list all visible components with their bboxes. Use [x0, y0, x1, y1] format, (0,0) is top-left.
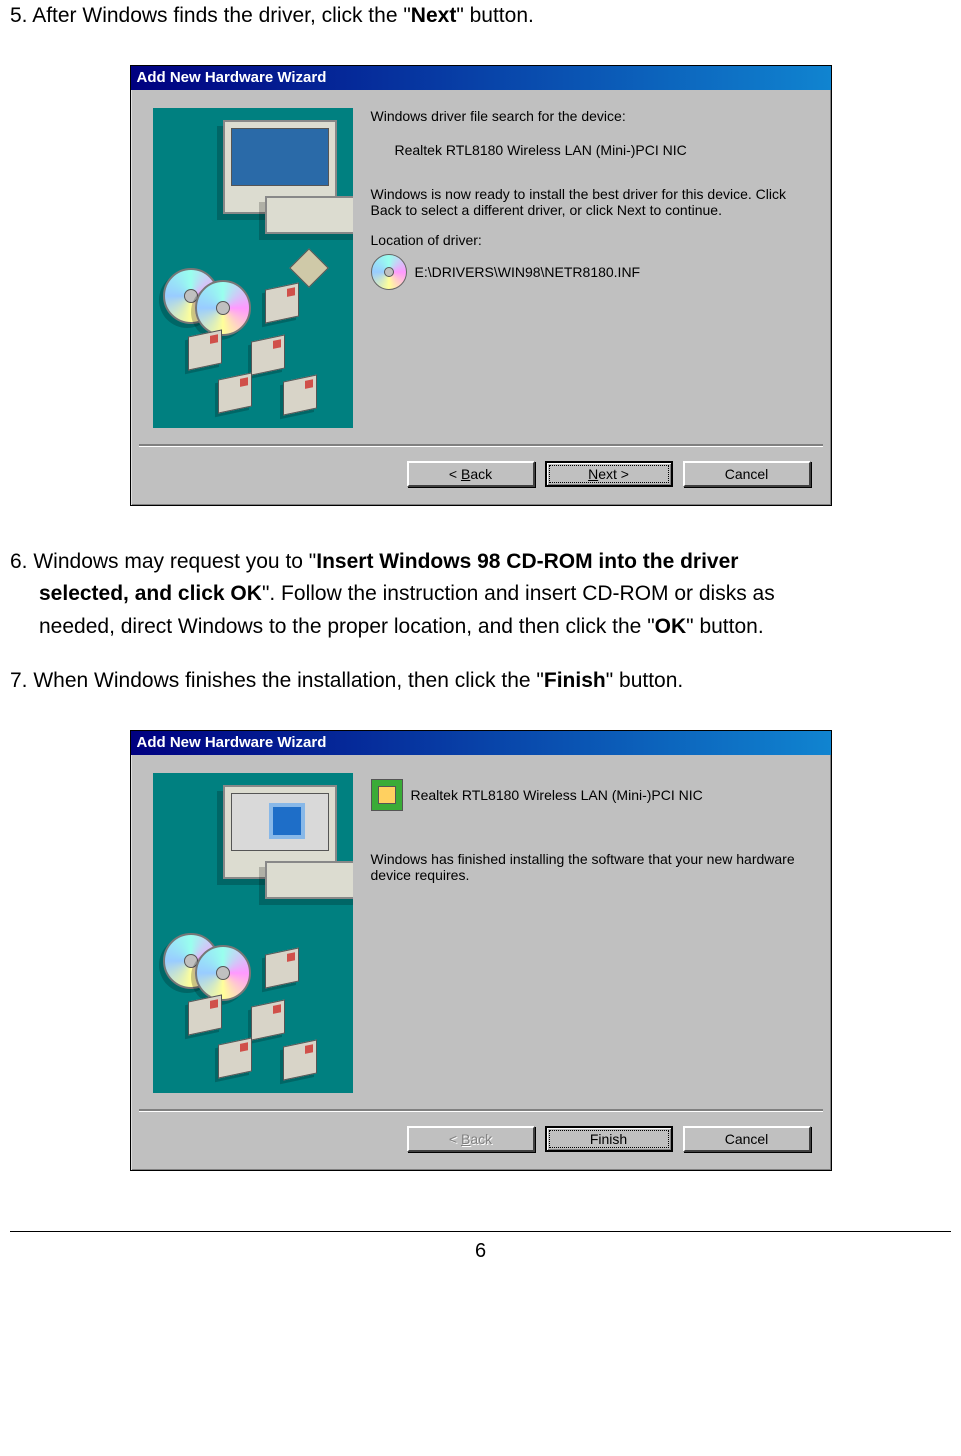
floppy-icon: [188, 994, 222, 1035]
wizard1-content: Windows driver file search for the devic…: [371, 108, 809, 438]
wizard2-illustration: [153, 773, 353, 1093]
wizard1-line1: Windows driver file search for the devic…: [371, 108, 809, 124]
floppy-icon: [265, 947, 299, 988]
gear-icon: [289, 248, 329, 288]
step6-a: 6. Windows may request you to ": [10, 550, 316, 573]
wizard1-loc-label: Location of driver:: [371, 232, 809, 248]
next-button[interactable]: Next >: [545, 461, 673, 487]
wizard2-window: Add New Hardware Wizard: [130, 730, 832, 1171]
step6-bold3: OK: [655, 615, 687, 638]
floppy-icon: [283, 374, 317, 415]
step7-post: " button.: [606, 669, 684, 692]
monitor-icon: [223, 785, 337, 879]
step5-post: " button.: [456, 4, 534, 27]
cd-icon: [195, 280, 251, 336]
page-number: 6: [475, 1240, 486, 1262]
wizard1-title: Add New Hardware Wizard: [137, 69, 327, 86]
page-footer: 6: [10, 1231, 951, 1263]
monitor-icon: [223, 120, 337, 214]
finish-button[interactable]: Finish: [545, 1126, 673, 1152]
wizard2-content: Realtek RTL8180 Wireless LAN (Mini-)PCI …: [371, 773, 809, 1103]
floppy-icon: [218, 1037, 252, 1078]
wizard2-device: Realtek RTL8180 Wireless LAN (Mini-)PCI …: [411, 787, 703, 803]
floppy-icon: [265, 282, 299, 323]
wizard1-device: Realtek RTL8180 Wireless LAN (Mini-)PCI …: [395, 142, 809, 158]
floppy-icon: [251, 334, 285, 375]
wizard2-finished: Windows has finished installing the soft…: [371, 851, 809, 883]
back-button[interactable]: < Back: [407, 461, 535, 487]
chip-icon: [371, 779, 403, 811]
cd-icon: [195, 945, 251, 1001]
step5-pre: 5. After Windows finds the driver, click…: [10, 4, 411, 27]
wizard1-button-row: < Back Next > Cancel: [131, 447, 831, 505]
wizard2-titlebar: Add New Hardware Wizard: [131, 731, 831, 755]
cancel-button[interactable]: Cancel: [683, 461, 811, 487]
wizard1-illustration: [153, 108, 353, 428]
step7-bold: Finish: [544, 669, 606, 692]
wizard1-titlebar: Add New Hardware Wizard: [131, 66, 831, 90]
cancel-button[interactable]: Cancel: [683, 1126, 811, 1152]
step7-text: 7. When Windows finishes the installatio…: [10, 665, 951, 698]
step6-d: " button.: [686, 615, 764, 638]
floppy-icon: [283, 1039, 317, 1080]
wizard2-button-row: < Back Finish Cancel: [131, 1112, 831, 1170]
step6-b: ". Follow the instruction and insert CD-…: [262, 582, 775, 605]
step5-text: 5. After Windows finds the driver, click…: [10, 0, 951, 33]
step6-bold2: selected, and click OK: [39, 582, 262, 605]
floppy-icon: [188, 329, 222, 370]
step5-bold: Next: [411, 4, 457, 27]
document-icon: [269, 803, 305, 839]
cd-icon: [371, 254, 407, 290]
floppy-icon: [218, 372, 252, 413]
wizard1-ready: Windows is now ready to install the best…: [371, 186, 809, 218]
step6-text: 6. Windows may request you to "Insert Wi…: [10, 546, 951, 644]
wizard1-window: Add New Hardware Wizard Windows driver f…: [130, 65, 832, 506]
step6-bold1: Insert Windows 98 CD-ROM into the driver: [316, 550, 738, 573]
wizard1-loc-path: E:\DRIVERS\WIN98\NETR8180.INF: [415, 264, 641, 280]
step7-pre: 7. When Windows finishes the installatio…: [10, 669, 544, 692]
floppy-icon: [251, 999, 285, 1040]
step6-c: needed, direct Windows to the proper loc…: [39, 615, 655, 638]
wizard2-title: Add New Hardware Wizard: [137, 734, 327, 751]
back-button: < Back: [407, 1126, 535, 1152]
